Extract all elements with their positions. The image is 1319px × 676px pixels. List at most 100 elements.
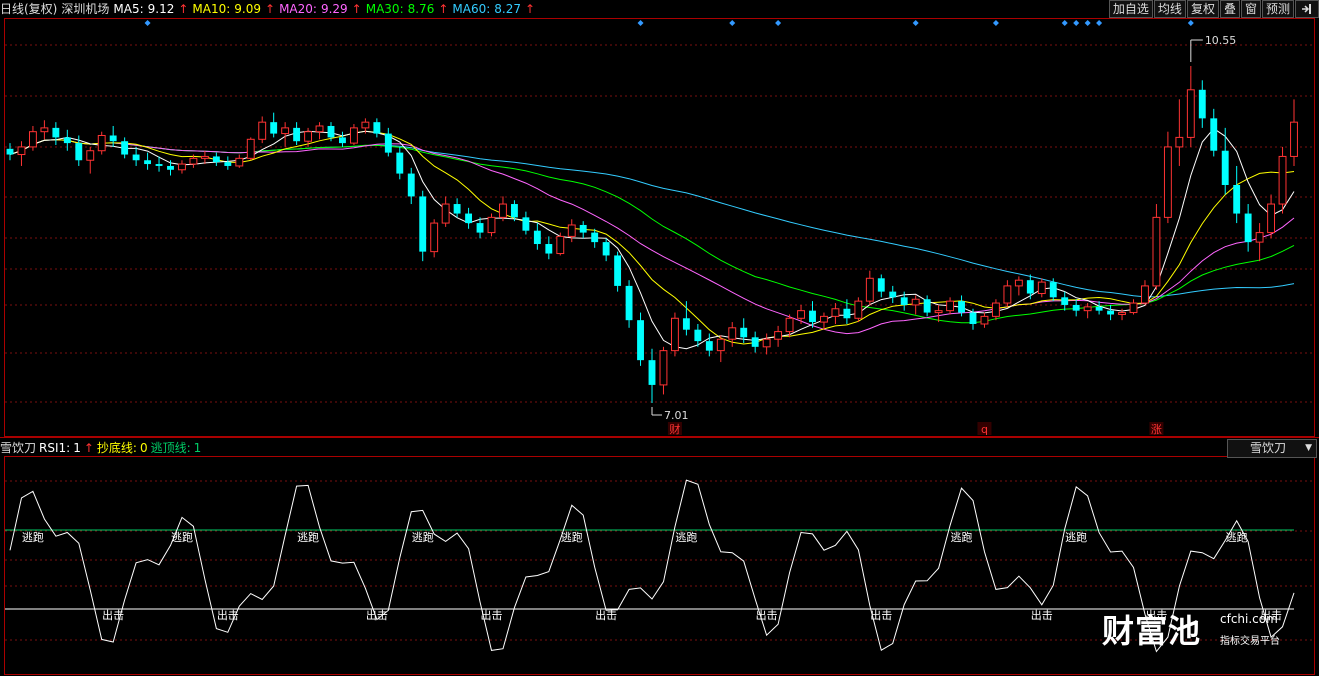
candle-down [877, 278, 885, 292]
candle-up [97, 134, 106, 152]
candle-down [1244, 213, 1252, 243]
chart-canvas[interactable]: 10.55 7.01财 q 涨逃跑出击 逃跑出击 逃跑出击 逃跑出击 逃跑出击 逃跑出击 出击 逃跑… [0, 0, 1319, 676]
candle-up [430, 222, 439, 253]
candle-up [1152, 216, 1161, 287]
candle-down [637, 320, 644, 361]
candle-up [785, 317, 794, 333]
candle-up [281, 127, 290, 135]
candle-up [567, 224, 576, 237]
adjust-price-button[interactable]: 复权 [1186, 0, 1219, 18]
candle-up [200, 155, 209, 159]
ma5-label: MA5: [113, 2, 144, 16]
candle-down [579, 224, 587, 233]
candle-up [1186, 89, 1195, 138]
candle-down [1072, 304, 1080, 311]
candle-down [682, 318, 690, 330]
candle-up [304, 131, 313, 142]
ma10-value: 9.09 [234, 2, 262, 16]
candle-down [155, 164, 163, 166]
candle-down [648, 360, 656, 385]
escape-signal-label: 逃跑 [951, 530, 973, 544]
candle-down [694, 329, 702, 342]
candle-up [40, 127, 49, 133]
candle-down [373, 122, 381, 134]
add-favorite-button[interactable]: 加自选 [1108, 0, 1153, 18]
candle-down [63, 137, 71, 144]
candle-down [465, 213, 473, 224]
candle-up [315, 125, 324, 133]
candle-up [189, 157, 198, 165]
event-diamond-icon [729, 20, 736, 26]
candle-up [659, 350, 668, 386]
candle-down [453, 204, 461, 214]
candle-up [774, 331, 783, 340]
event-diamond-icon [775, 20, 782, 26]
ma20-label: MA20: [279, 2, 317, 16]
event-diamond-icon [1187, 20, 1194, 26]
candle-up [246, 138, 255, 159]
candle-down [6, 148, 14, 155]
watermark-subtitle: 指标交易平台 [1220, 636, 1280, 647]
candle-up [1278, 155, 1287, 205]
candle-up [1003, 285, 1012, 304]
indicator-name[interactable]: 雪饮刀 [0, 441, 36, 455]
attack-signal-label: 出击 [481, 608, 503, 622]
attack-signal-label: 出击 [366, 608, 388, 622]
toolbar: 加自选 均线 复权 叠 窗 预测 [1108, 0, 1319, 18]
attack-signal-label: 出击 [595, 608, 617, 622]
candle-up [854, 300, 863, 319]
candle-up [831, 308, 840, 317]
buy-line-label: 抄底线: [96, 441, 137, 455]
candle-down [52, 127, 60, 138]
forecast-button[interactable]: 预测 [1261, 0, 1294, 18]
event-diamond-icon [144, 20, 151, 26]
candle-up [17, 146, 26, 156]
candle-up [1175, 136, 1184, 148]
ma20-value: 9.29 [320, 2, 348, 16]
candle-down [923, 299, 931, 313]
candle-up [1163, 146, 1172, 218]
candle-up [934, 310, 943, 314]
candle-down [602, 242, 610, 256]
period-label[interactable]: 日线(复权) [0, 2, 57, 16]
indicator-selector-label: 雪饮刀 [1250, 441, 1287, 455]
indicator-selector[interactable]: 雪饮刀 ▼ [1227, 439, 1317, 458]
watermark-logo: 财富池 cfchi.com 指标交易平台 [1102, 606, 1302, 652]
candle-down [270, 122, 278, 134]
candle-up [1083, 306, 1092, 312]
candle-down [545, 244, 553, 254]
candle-down [843, 308, 851, 319]
candle-down [1049, 282, 1057, 298]
moving-average-button[interactable]: 均线 [1153, 0, 1186, 18]
event-diamond-icon [992, 20, 999, 26]
pin-right-icon[interactable] [1295, 0, 1319, 18]
ma5-line [9, 127, 1295, 350]
escape-signal-label: 逃跑 [412, 530, 434, 544]
candle-down [1061, 297, 1069, 305]
overlay-button[interactable]: 叠 [1219, 0, 1240, 18]
candle-down [1026, 280, 1034, 294]
ma60-value: 8.27 [494, 2, 521, 16]
window-button[interactable]: 窗 [1240, 0, 1261, 18]
stock-chart-window: 10.55 7.01 财 q 涨逃跑 出击 逃跑 出击 逃跑 出击 逃跑 出击 逃跑 出击 逃跑 出击 出击 逃跑… [0, 0, 1319, 676]
candle-up [728, 327, 737, 340]
candle-down [889, 291, 897, 298]
event-diamond-icon [1061, 20, 1068, 26]
attack-signal-label: 出击 [756, 608, 778, 622]
candle-down [705, 341, 713, 351]
event-diamond-icon [1073, 20, 1080, 26]
candle-up [487, 216, 496, 234]
candle-up [1290, 121, 1298, 157]
candle-down [625, 285, 633, 321]
rsi-value: 1 [73, 441, 81, 455]
candle-down [1107, 310, 1115, 315]
candle-down [75, 143, 83, 161]
indicator-header: 雪饮刀 RSI1: 1 ↑ 抄底线: 0 逃顶线: 1 [0, 439, 204, 457]
buy-line-value: 0 [139, 441, 148, 455]
candle-down [293, 127, 301, 142]
candle-down [384, 133, 392, 153]
up-arrow-icon: ↑ [178, 2, 189, 16]
escape-signal-label: 逃跑 [1226, 530, 1248, 544]
candle-up [361, 121, 370, 129]
candle-down [740, 327, 748, 338]
